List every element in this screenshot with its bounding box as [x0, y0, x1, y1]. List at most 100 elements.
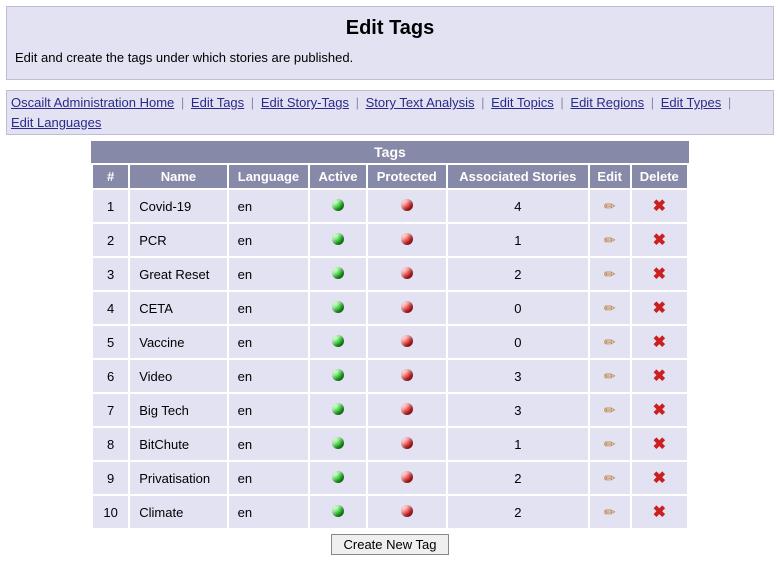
status-active-icon	[332, 437, 344, 449]
table-row: 9Privatisationen2✏✖	[93, 462, 687, 494]
protected-cell	[368, 394, 446, 426]
delete-cell: ✖	[632, 326, 687, 358]
delete-cell: ✖	[632, 394, 687, 426]
table-row: 6Videoen3✏✖	[93, 360, 687, 392]
column-header: Language	[229, 165, 309, 188]
associated-stories: 0	[448, 326, 588, 358]
column-header: Active	[310, 165, 365, 188]
tag-language: en	[229, 462, 309, 494]
row-number: 10	[93, 496, 128, 528]
protected-cell	[368, 496, 446, 528]
delete-icon[interactable]: ✖	[653, 436, 666, 453]
status-unprotected-icon	[401, 403, 413, 415]
tags-table: Tags #NameLanguageActiveProtectedAssocia…	[91, 141, 689, 530]
status-active-icon	[332, 505, 344, 517]
row-number: 3	[93, 258, 128, 290]
status-active-icon	[332, 471, 344, 483]
nav-link[interactable]: Edit Languages	[11, 115, 101, 130]
tag-language: en	[229, 428, 309, 460]
nav-link[interactable]: Edit Topics	[491, 95, 554, 110]
delete-icon[interactable]: ✖	[653, 232, 666, 249]
edit-icon[interactable]: ✏	[604, 470, 616, 487]
edit-cell: ✏	[590, 258, 630, 290]
page-description: Edit and create the tags under which sto…	[15, 50, 765, 65]
delete-icon[interactable]: ✖	[653, 470, 666, 487]
nav-separator: |	[648, 95, 657, 110]
delete-icon[interactable]: ✖	[653, 368, 666, 385]
protected-cell	[368, 462, 446, 494]
active-cell	[310, 496, 365, 528]
table-row: 10Climateen2✏✖	[93, 496, 687, 528]
associated-stories: 4	[448, 190, 588, 222]
active-cell	[310, 258, 365, 290]
nav-link[interactable]: Edit Story-Tags	[261, 95, 349, 110]
delete-icon[interactable]: ✖	[653, 300, 666, 317]
row-number: 9	[93, 462, 128, 494]
nav-link[interactable]: Oscailt Administration Home	[11, 95, 174, 110]
delete-icon[interactable]: ✖	[653, 266, 666, 283]
tag-language: en	[229, 326, 309, 358]
delete-cell: ✖	[632, 360, 687, 392]
active-cell	[310, 394, 365, 426]
column-header: Protected	[368, 165, 446, 188]
associated-stories: 0	[448, 292, 588, 324]
tag-name: Big Tech	[130, 394, 226, 426]
tag-language: en	[229, 496, 309, 528]
active-cell	[310, 190, 365, 222]
protected-cell	[368, 428, 446, 460]
column-header: Name	[130, 165, 226, 188]
delete-icon[interactable]: ✖	[653, 198, 666, 215]
edit-cell: ✏	[590, 190, 630, 222]
protected-cell	[368, 224, 446, 256]
admin-nav: Oscailt Administration Home | Edit Tags …	[6, 90, 774, 135]
nav-link[interactable]: Edit Regions	[570, 95, 644, 110]
edit-icon[interactable]: ✏	[604, 436, 616, 453]
tag-language: en	[229, 360, 309, 392]
tag-name: PCR	[130, 224, 226, 256]
nav-separator: |	[478, 95, 487, 110]
row-number: 4	[93, 292, 128, 324]
status-active-icon	[332, 267, 344, 279]
status-unprotected-icon	[401, 267, 413, 279]
associated-stories: 2	[448, 462, 588, 494]
edit-icon[interactable]: ✏	[604, 300, 616, 317]
nav-link[interactable]: Edit Tags	[191, 95, 244, 110]
delete-cell: ✖	[632, 190, 687, 222]
edit-cell: ✏	[590, 360, 630, 392]
edit-cell: ✏	[590, 462, 630, 494]
column-header: #	[93, 165, 128, 188]
edit-icon[interactable]: ✏	[604, 402, 616, 419]
edit-icon[interactable]: ✏	[604, 368, 616, 385]
status-unprotected-icon	[401, 335, 413, 347]
column-header: Associated Stories	[448, 165, 588, 188]
delete-icon[interactable]: ✖	[653, 504, 666, 521]
edit-icon[interactable]: ✏	[604, 504, 616, 521]
edit-icon[interactable]: ✏	[604, 334, 616, 351]
edit-icon[interactable]: ✏	[604, 232, 616, 249]
create-new-tag-button[interactable]: Create New Tag	[331, 534, 450, 555]
delete-icon[interactable]: ✖	[653, 334, 666, 351]
edit-icon[interactable]: ✏	[604, 198, 616, 215]
edit-cell: ✏	[590, 326, 630, 358]
tag-language: en	[229, 258, 309, 290]
table-row: 2PCRen1✏✖	[93, 224, 687, 256]
row-number: 2	[93, 224, 128, 256]
nav-link[interactable]: Edit Types	[661, 95, 721, 110]
delete-icon[interactable]: ✖	[653, 402, 666, 419]
delete-cell: ✖	[632, 224, 687, 256]
delete-cell: ✖	[632, 258, 687, 290]
table-row: 7Big Techen3✏✖	[93, 394, 687, 426]
protected-cell	[368, 326, 446, 358]
delete-cell: ✖	[632, 462, 687, 494]
tag-name: CETA	[130, 292, 226, 324]
edit-cell: ✏	[590, 224, 630, 256]
nav-separator: |	[725, 95, 734, 110]
protected-cell	[368, 258, 446, 290]
page-header: Edit Tags Edit and create the tags under…	[6, 6, 774, 80]
edit-icon[interactable]: ✏	[604, 266, 616, 283]
active-cell	[310, 428, 365, 460]
tag-name: BitChute	[130, 428, 226, 460]
tag-name: Vaccine	[130, 326, 226, 358]
nav-link[interactable]: Story Text Analysis	[366, 95, 475, 110]
protected-cell	[368, 360, 446, 392]
